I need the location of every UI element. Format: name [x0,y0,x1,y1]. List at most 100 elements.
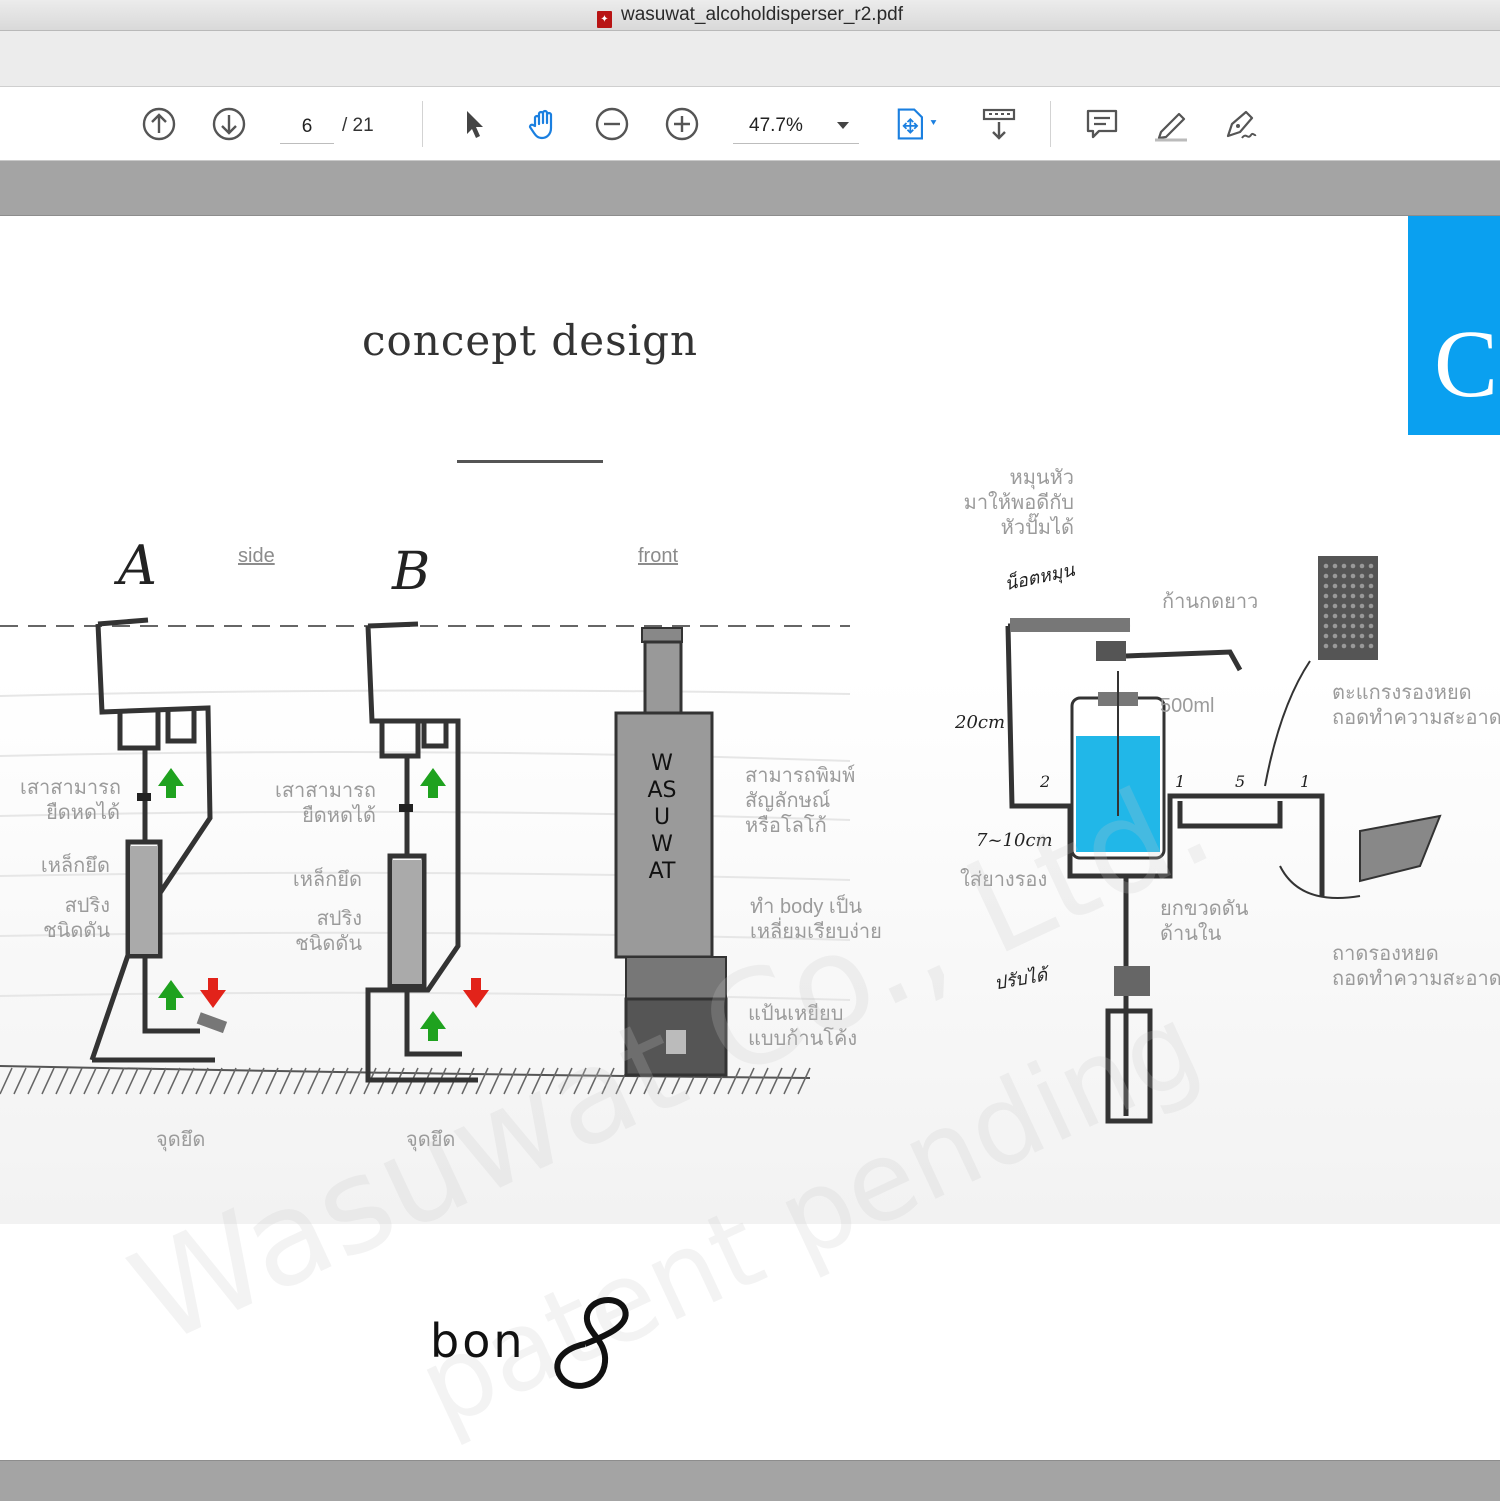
document-gutter [0,161,1500,216]
label-long-rod: ก้านกดยาว [1162,591,1259,613]
zoom-in-icon [665,107,699,141]
zoom-in-button[interactable] [663,105,701,143]
grate-hole [1359,563,1365,569]
next-page-button[interactable] [210,105,248,143]
grate-hole [1341,643,1347,649]
label-rotate-head: หมุนหัว มาให้พอดีกับ หัวปั๊มได้ [963,467,1074,539]
grate-hole [1350,643,1356,649]
sign-pen-icon [1226,110,1257,139]
grate-hole [1341,613,1347,619]
page-number-input[interactable] [280,111,334,144]
grate-hole [1323,623,1329,629]
bottle-brand-text: WASUWAT [647,751,677,884]
dimension-2: 2 [1040,772,1051,791]
tab-strip [0,31,1500,87]
grate-hole [1332,623,1338,629]
grate-hole [1368,643,1374,649]
stand-b-body [392,860,422,984]
grate-hole [1323,583,1329,589]
grate-hole [1341,583,1347,589]
grate-hole [1368,563,1374,569]
grate-hole [1350,633,1356,639]
select-tool-button[interactable] [455,105,493,143]
ground-hatch-stroke [251,1067,265,1095]
drip-tray [1359,814,1442,883]
grate-hole [1368,583,1374,589]
pump-head [1096,641,1126,661]
grate-hole [1332,573,1338,579]
ground-hatch-stroke [97,1067,111,1095]
grate-hole [1332,633,1338,639]
stand-a-body [130,846,158,954]
zoom-out-icon [595,107,629,141]
grate-hole [1359,593,1365,599]
fit-page-icon [897,108,937,140]
fit-page-button[interactable] [892,105,948,143]
sign-button[interactable] [1221,105,1259,143]
grate-hole [1359,613,1365,619]
grate-hole [1323,633,1329,639]
grate-hole [1350,593,1356,599]
pdf-file-icon: ✦ [597,11,612,28]
pdf-toolbar: / 21 47.7% [0,87,1500,161]
pdf-page[interactable]: concept design C A B side front เสาสามาร… [0,216,1500,1460]
label-a: A [118,534,157,597]
grate-hole [1359,603,1365,609]
grate-hole [1359,623,1365,629]
hand-icon [528,109,553,140]
comment-button[interactable] [1083,105,1121,143]
highlight-pen-icon [1155,112,1187,142]
grate-hole [1323,613,1329,619]
stand-b-clamp [399,804,413,812]
grate-hole [1359,583,1365,589]
ground-hatch-stroke [139,1067,153,1095]
download-scroll-icon [982,108,1016,140]
hand-tool-button[interactable] [524,105,562,143]
ground-hatch-stroke [195,1067,209,1095]
grate-hole [1368,603,1374,609]
grate-hole [1323,603,1329,609]
ground-hatch-stroke [181,1067,195,1095]
ground-hatch-stroke [237,1067,251,1095]
highlight-button[interactable] [1152,105,1190,143]
ground-hatch-stroke [13,1067,27,1095]
ground-hatch-stroke [223,1067,237,1095]
infinity-logo-icon [554,1297,629,1389]
dimension-5: 5 [1235,772,1246,791]
window-title: ✦ wasuwat_alcoholdisperser_r2.pdf [0,4,1500,28]
scroll-mode-button[interactable] [980,105,1018,143]
logo-text: bon [430,1314,526,1368]
label-steel-b: เหล็กยึด [292,869,362,891]
stand-b [365,621,478,1083]
grate-hole [1350,613,1356,619]
ground-hatch-stroke [111,1067,125,1095]
toolbar-divider [422,101,423,147]
previous-page-button[interactable] [140,105,178,143]
grate-hole [1323,563,1329,569]
label-steel-a: เหล็กยึด [40,855,110,877]
toolbar-divider [1050,101,1051,147]
grate-hole [1341,563,1347,569]
window-titlebar: ✦ wasuwat_alcoholdisperser_r2.pdf [0,0,1500,31]
grate-hole [1341,603,1347,609]
label-pole-b: เสาสามารถ ยืดหดได้ [275,780,376,827]
ground-hatch-stroke [41,1067,55,1095]
label-print-logo: สามารถพิมพ์ สัญลักษณ์ หรือโลโก้ [745,765,856,837]
label-anchor-a: จุดยึด [156,1129,206,1151]
grate-arrow [1264,660,1311,787]
grate-hole [1350,563,1356,569]
grate-hole [1323,593,1329,599]
select-pointer-icon [467,111,483,138]
ground-hatch-stroke [27,1067,41,1095]
dimension-1b: 1 [1300,772,1311,791]
grate-hole [1368,623,1374,629]
zoom-dropdown[interactable]: 47.7% [733,109,859,144]
ground-hatch-stroke [0,1067,13,1095]
ground-hatch-stroke [209,1067,223,1095]
zoom-out-button[interactable] [593,105,631,143]
grate-hole [1323,643,1329,649]
grate-hole [1359,573,1365,579]
handwritten-20cm: 20cm [955,712,1006,733]
bon-logo: bon [430,1296,650,1396]
grate-hole [1341,633,1347,639]
